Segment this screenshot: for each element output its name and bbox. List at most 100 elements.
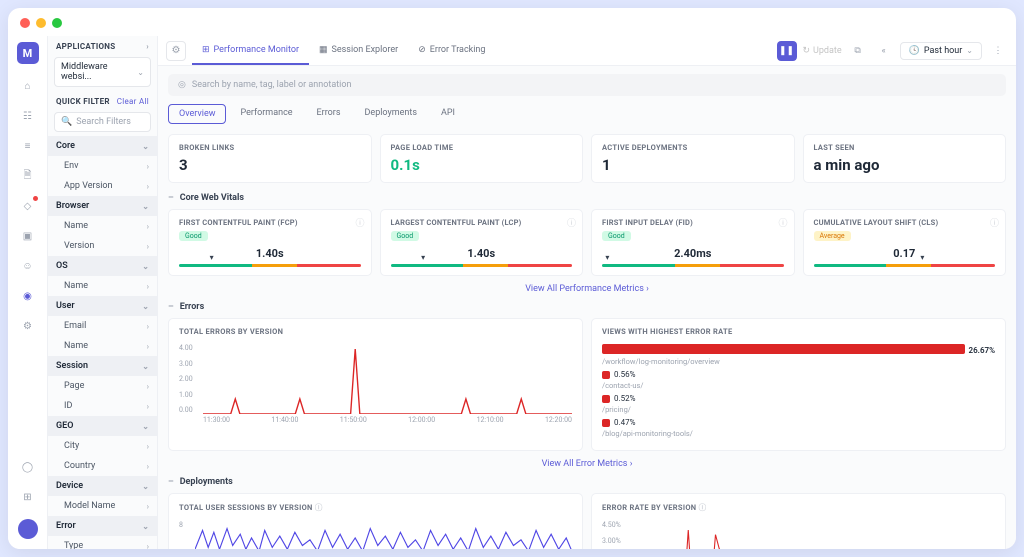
filter-item[interactable]: Env›: [48, 156, 157, 176]
misc-icon[interactable]: ⊞: [20, 489, 36, 505]
app-selector[interactable]: Middleware websi... ⌄: [54, 57, 151, 87]
clock-icon: 🕓: [909, 46, 920, 56]
tab-icon: ▦: [319, 45, 328, 55]
sub-tabs: OverviewPerformanceErrorsDeploymentsAPI: [168, 104, 1006, 124]
filter-group[interactable]: Error⌄: [48, 516, 157, 536]
info-icon[interactable]: ⓘ: [778, 216, 787, 229]
filter-item[interactable]: Name›: [48, 276, 157, 296]
view-all-performance[interactable]: View All Performance Metrics ›: [168, 284, 1006, 294]
filter-group[interactable]: User⌄: [48, 296, 157, 316]
error-rate-top-path: /workflow/log-monitoring/overview: [602, 357, 995, 366]
error-rate-panel: VIEWS WITH HIGHEST ERROR RATE 26.67% /wo…: [591, 318, 1006, 451]
pause-button[interactable]: ❚❚: [777, 41, 797, 61]
rum-icon[interactable]: ◉: [20, 288, 36, 304]
apps-label: APPLICATIONS: [56, 42, 115, 51]
filter-item[interactable]: Type›: [48, 536, 157, 549]
main-tab[interactable]: ⊞Performance Monitor: [192, 37, 309, 65]
top-tabs: ⚙ ⊞Performance Monitor▦Session Explorer⊘…: [158, 36, 1016, 66]
error-rate-row: 0.52%: [602, 394, 995, 403]
app-logo[interactable]: M: [17, 42, 39, 64]
cwv-card: ⓘ CUMULATIVE LAYOUT SHIFT (CLS) Average …: [803, 209, 1007, 276]
filter-item[interactable]: ID›: [48, 396, 157, 416]
chevron-down-icon: ⌄: [137, 68, 144, 77]
sub-tab[interactable]: Deployments: [355, 104, 427, 124]
target-icon: ◎: [178, 80, 186, 90]
chevron-right-icon[interactable]: ›: [146, 42, 149, 51]
filter-group[interactable]: Device⌄: [48, 476, 157, 496]
cwv-cards: ⓘ FIRST CONTENTFUL PAINT (FCP) Good 1.40…: [168, 209, 1006, 276]
filter-search-placeholder: Search Filters: [76, 117, 131, 127]
sub-tab[interactable]: Errors: [307, 104, 351, 124]
kpi-card: BROKEN LINKS3: [168, 134, 372, 183]
main-tab[interactable]: ⊘Error Tracking: [408, 37, 495, 65]
section-errors[interactable]: Errors: [168, 302, 1006, 312]
panel-title: ERROR RATE BY VERSION ⓘ: [602, 502, 995, 513]
info-icon[interactable]: ⓘ: [990, 216, 999, 229]
filter-item[interactable]: Country›: [48, 456, 157, 476]
filter-item[interactable]: Model Name›: [48, 496, 157, 516]
infra-icon[interactable]: ☷: [20, 108, 36, 124]
filter-item[interactable]: Name›: [48, 336, 157, 356]
filter-group[interactable]: GEO⌄: [48, 416, 157, 436]
more-icon[interactable]: ⋮: [988, 41, 1008, 61]
filter-search[interactable]: 🔍 Search Filters: [54, 112, 151, 132]
main-tab[interactable]: ▦Session Explorer: [309, 37, 408, 65]
tab-icon: ⊘: [418, 45, 426, 55]
time-range-selector[interactable]: 🕓 Past hour ⌄: [900, 42, 982, 60]
clear-all-link[interactable]: Clear All: [117, 97, 149, 106]
grid-icon[interactable]: ▣: [20, 228, 36, 244]
tab-settings-icon[interactable]: ⚙: [166, 41, 186, 61]
error-rate-top-pct: 26.67%: [969, 346, 995, 355]
filter-group[interactable]: Core⌄: [48, 136, 157, 156]
sub-tab[interactable]: API: [431, 104, 465, 124]
filter-item[interactable]: Email›: [48, 316, 157, 336]
sessions-by-version-panel: TOTAL USER SESSIONS BY VERSION ⓘ 84: [168, 493, 583, 549]
filter-item[interactable]: Name›: [48, 216, 157, 236]
section-deployments[interactable]: Deployments: [168, 477, 1006, 487]
filter-sidebar: APPLICATIONS › Middleware websi... ⌄ QUI…: [48, 36, 158, 549]
filter-group[interactable]: Session⌄: [48, 356, 157, 376]
close-icon[interactable]: [20, 18, 30, 28]
cwv-card: ⓘ FIRST CONTENTFUL PAINT (FCP) Good 1.40…: [168, 209, 372, 276]
info-icon[interactable]: ⓘ: [567, 216, 576, 229]
section-core-web-vitals[interactable]: Core Web Vitals: [168, 193, 1006, 203]
home-icon[interactable]: ⌂: [20, 78, 36, 94]
minimize-icon[interactable]: [36, 18, 46, 28]
copy-icon[interactable]: ⧉: [848, 41, 868, 61]
nav-rail: M ⌂ ☷ ≡ 🗎 ◇ ▣ ☺ ◉ ⚙ ◯ ⊞: [8, 36, 48, 549]
quickfilter-label: QUICK FILTER: [56, 97, 110, 106]
search-placeholder: Search by name, tag, label or annotation: [192, 80, 352, 90]
alert-icon[interactable]: ◇: [20, 198, 36, 214]
search-icon: 🔍: [61, 117, 72, 127]
kpi-card: PAGE LOAD TIME0.1s: [380, 134, 584, 183]
sub-tab[interactable]: Overview: [168, 104, 226, 124]
filter-group[interactable]: Browser⌄: [48, 196, 157, 216]
filter-item[interactable]: Page›: [48, 376, 157, 396]
view-all-errors[interactable]: View All Error Metrics ›: [168, 459, 1006, 469]
lines-icon[interactable]: ≡: [20, 138, 36, 154]
settings-icon[interactable]: ⚙: [20, 318, 36, 334]
panel-title: VIEWS WITH HIGHEST ERROR RATE: [602, 327, 995, 336]
kpi-card: LAST SEENa min ago: [803, 134, 1007, 183]
update-button[interactable]: ↻ Update: [803, 46, 842, 56]
filter-item[interactable]: City›: [48, 436, 157, 456]
maximize-icon[interactable]: [52, 18, 62, 28]
kpi-row: BROKEN LINKS3PAGE LOAD TIME0.1sACTIVE DE…: [168, 134, 1006, 183]
sub-tab[interactable]: Performance: [230, 104, 302, 124]
collapse-icon[interactable]: «: [874, 41, 894, 61]
info-icon[interactable]: ⓘ: [355, 216, 364, 229]
robot-icon[interactable]: ☺: [20, 258, 36, 274]
quickfilter-header: QUICK FILTER Clear All: [48, 91, 157, 108]
total-errors-panel: TOTAL ERRORS BY VERSION 4.003.002.001.00…: [168, 318, 583, 451]
panel-title: TOTAL ERRORS BY VERSION: [179, 327, 572, 336]
error-rate-row: 0.56%: [602, 370, 995, 379]
avatar[interactable]: [18, 519, 38, 539]
global-search[interactable]: ◎ Search by name, tag, label or annotati…: [168, 74, 1006, 96]
filter-item[interactable]: Version›: [48, 236, 157, 256]
doc-icon[interactable]: 🗎: [20, 168, 36, 184]
help-icon[interactable]: ◯: [20, 459, 36, 475]
filter-item[interactable]: App Version›: [48, 176, 157, 196]
tab-icon: ⊞: [202, 45, 210, 55]
filter-group[interactable]: OS⌄: [48, 256, 157, 276]
window-controls: [8, 8, 74, 38]
